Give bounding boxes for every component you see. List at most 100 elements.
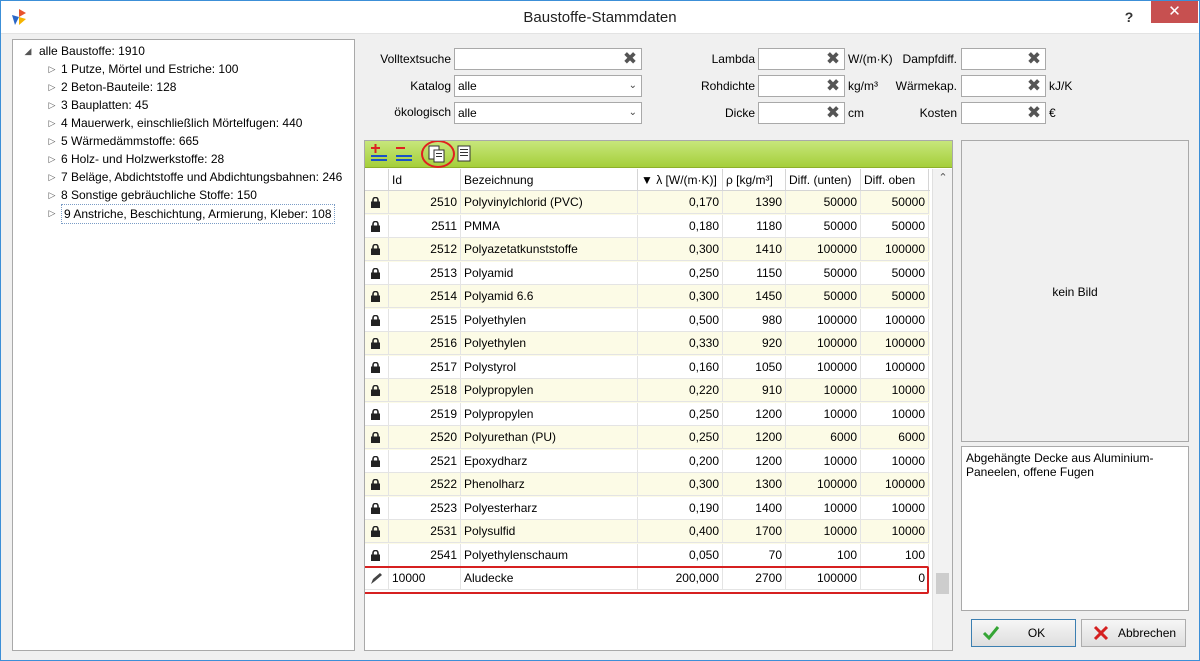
- table-row[interactable]: 2531 Polysulfid 0,400 1700 10000 10000: [365, 520, 930, 544]
- table-row[interactable]: 2512 Polyazetatkunststoffe 0,300 1410 100000…: [365, 238, 930, 262]
- cell-lambda[interactable]: 0,220: [638, 379, 723, 402]
- cell-lambda[interactable]: 0,330: [638, 332, 723, 355]
- category-tree[interactable]: ◢ alle Baustoffe: 1910 ▷ 1 Putze, Mörtel …: [12, 39, 355, 651]
- cell-rohdichte[interactable]: 1410: [723, 238, 786, 261]
- cell-diff-unten[interactable]: 100000: [786, 473, 861, 496]
- table-row[interactable]: 2541 Polyethylenschaum 0,050 70 100 100: [365, 543, 930, 567]
- table-row[interactable]: 2521 Epoxydharz 0,200 1200 10000 10000: [365, 449, 930, 473]
- cell-diff-oben[interactable]: 6000: [861, 426, 929, 449]
- remove-row-icon[interactable]: [393, 144, 415, 164]
- cell-diff-unten[interactable]: 10000: [786, 402, 861, 426]
- cell-bezeichnung[interactable]: Phenolharz: [461, 473, 638, 496]
- cell-rohdichte[interactable]: 1400: [723, 496, 786, 520]
- cell-id[interactable]: 2522: [389, 473, 461, 496]
- cell-diff-unten[interactable]: 100: [786, 543, 861, 567]
- dicke-input[interactable]: ✖: [758, 102, 845, 124]
- cell-diff-oben[interactable]: 100000: [861, 473, 929, 496]
- close-button[interactable]: ✕: [1151, 1, 1198, 23]
- cell-rohdichte[interactable]: 1180: [723, 214, 786, 238]
- cell-diff-oben[interactable]: 50000: [861, 261, 929, 285]
- cell-diff-oben[interactable]: 10000: [861, 496, 929, 520]
- cell-rohdichte[interactable]: 910: [723, 379, 786, 402]
- cell-bezeichnung[interactable]: Polypropylen: [461, 402, 638, 426]
- table-row[interactable]: 2514 Polyamid 6.6 0,300 1450 50000 50000: [365, 285, 930, 309]
- tree-collapsed-icon[interactable]: ▷: [47, 132, 57, 150]
- cell-bezeichnung[interactable]: Epoxydharz: [461, 449, 638, 473]
- cell-lambda[interactable]: 0,250: [638, 426, 723, 449]
- scroll-up-icon[interactable]: ⌃: [933, 171, 952, 184]
- header-diff-unten[interactable]: Diff. (unten): [786, 169, 861, 191]
- cell-lambda[interactable]: 0,200: [638, 449, 723, 473]
- cell-lambda[interactable]: 0,160: [638, 355, 723, 379]
- add-row-icon[interactable]: [368, 144, 390, 164]
- cell-id[interactable]: 2520: [389, 426, 461, 449]
- cell-bezeichnung[interactable]: Polyamid 6.6: [461, 285, 638, 308]
- help-button[interactable]: ?: [1115, 5, 1143, 29]
- table-row[interactable]: 2518 Polypropylen 0,220 910 10000 10000: [365, 379, 930, 403]
- materials-grid[interactable]: Id Bezeichnung ▼ λ [W/(m·K)] ρ [kg/m³] D…: [364, 140, 953, 651]
- cell-id[interactable]: 2531: [389, 520, 461, 543]
- cell-rohdichte[interactable]: 1300: [723, 473, 786, 496]
- cell-diff-unten[interactable]: 100000: [786, 308, 861, 332]
- cell-bezeichnung[interactable]: Polysulfid: [461, 520, 638, 543]
- cell-id[interactable]: 2511: [389, 214, 461, 238]
- cell-diff-unten[interactable]: 10000: [786, 379, 861, 402]
- cell-lambda[interactable]: 0,300: [638, 285, 723, 308]
- tree-collapsed-icon[interactable]: ▷: [47, 204, 57, 222]
- volltext-input[interactable]: ✖: [454, 48, 642, 70]
- tree-collapsed-icon[interactable]: ▷: [47, 186, 57, 204]
- cell-id[interactable]: 2519: [389, 402, 461, 426]
- cell-diff-oben[interactable]: 50000: [861, 285, 929, 308]
- cell-lambda[interactable]: 0,500: [638, 308, 723, 332]
- cell-bezeichnung[interactable]: Polyesterharz: [461, 496, 638, 520]
- cell-id[interactable]: 2515: [389, 308, 461, 332]
- tree-collapsed-icon[interactable]: ▷: [47, 114, 57, 132]
- cell-bezeichnung[interactable]: Polyurethan (PU): [461, 426, 638, 449]
- tree-collapsed-icon[interactable]: ▷: [47, 96, 57, 114]
- cell-rohdichte[interactable]: 1150: [723, 261, 786, 285]
- cell-diff-unten[interactable]: 50000: [786, 261, 861, 285]
- table-row[interactable]: 2523 Polyesterharz 0,190 1400 10000 10000: [365, 496, 930, 520]
- cell-diff-unten[interactable]: 100000: [786, 355, 861, 379]
- tree-collapsed-icon[interactable]: ▷: [47, 150, 57, 168]
- cell-bezeichnung[interactable]: PMMA: [461, 214, 638, 238]
- cell-diff-oben[interactable]: 10000: [861, 402, 929, 426]
- tree-collapsed-icon[interactable]: ▷: [47, 78, 57, 96]
- cell-lambda[interactable]: 0,300: [638, 473, 723, 496]
- lambda-input[interactable]: ✖: [758, 48, 845, 70]
- cell-lambda[interactable]: 0,250: [638, 402, 723, 426]
- cell-rohdichte[interactable]: 1390: [723, 191, 786, 214]
- cell-lambda[interactable]: 0,180: [638, 214, 723, 238]
- cell-bezeichnung[interactable]: Polyvinylchlorid (PVC): [461, 191, 638, 214]
- cell-lambda[interactable]: 0,050: [638, 543, 723, 567]
- oekologisch-select[interactable]: alle ⌄: [454, 102, 642, 124]
- clear-lambda-icon[interactable]: ✖: [824, 50, 842, 68]
- cell-rohdichte[interactable]: 980: [723, 308, 786, 332]
- cell-id[interactable]: 2514: [389, 285, 461, 308]
- cell-id[interactable]: 2541: [389, 543, 461, 567]
- cell-diff-unten[interactable]: 100000: [786, 332, 861, 355]
- cell-diff-unten[interactable]: 50000: [786, 191, 861, 214]
- clear-volltext-icon[interactable]: ✖: [621, 50, 639, 68]
- header-id[interactable]: Id: [389, 169, 461, 191]
- table-row[interactable]: 2513 Polyamid 0,250 1150 50000 50000: [365, 261, 930, 285]
- header-rohdichte[interactable]: ρ [kg/m³]: [723, 169, 786, 191]
- cell-diff-oben[interactable]: 50000: [861, 214, 929, 238]
- table-row[interactable]: 2511 PMMA 0,180 1180 50000 50000: [365, 214, 930, 238]
- dampf-input[interactable]: ✖: [961, 48, 1046, 70]
- tree-collapsed-icon[interactable]: ▷: [47, 168, 57, 186]
- chevron-down-icon[interactable]: ⌄: [629, 103, 637, 123]
- cell-rohdichte[interactable]: 1450: [723, 285, 786, 308]
- header-diff-oben[interactable]: Diff. oben: [861, 169, 929, 191]
- cell-bezeichnung[interactable]: Polyazetatkunststoffe: [461, 238, 638, 261]
- tree-expanded-icon[interactable]: ◢: [23, 42, 33, 60]
- table-row[interactable]: 2516 Polyethylen 0,330 920 100000 100000: [365, 332, 930, 356]
- cell-id[interactable]: 2523: [389, 496, 461, 520]
- cell-lambda[interactable]: 0,190: [638, 496, 723, 520]
- cell-diff-oben[interactable]: 10000: [861, 520, 929, 543]
- cell-diff-oben[interactable]: 100000: [861, 238, 929, 261]
- cell-id[interactable]: 2512: [389, 238, 461, 261]
- cell-bezeichnung[interactable]: Polyethylenschaum: [461, 543, 638, 567]
- cell-diff-unten[interactable]: 100000: [786, 238, 861, 261]
- table-row[interactable]: 2520 Polyurethan (PU) 0,250 1200 6000 6000: [365, 426, 930, 450]
